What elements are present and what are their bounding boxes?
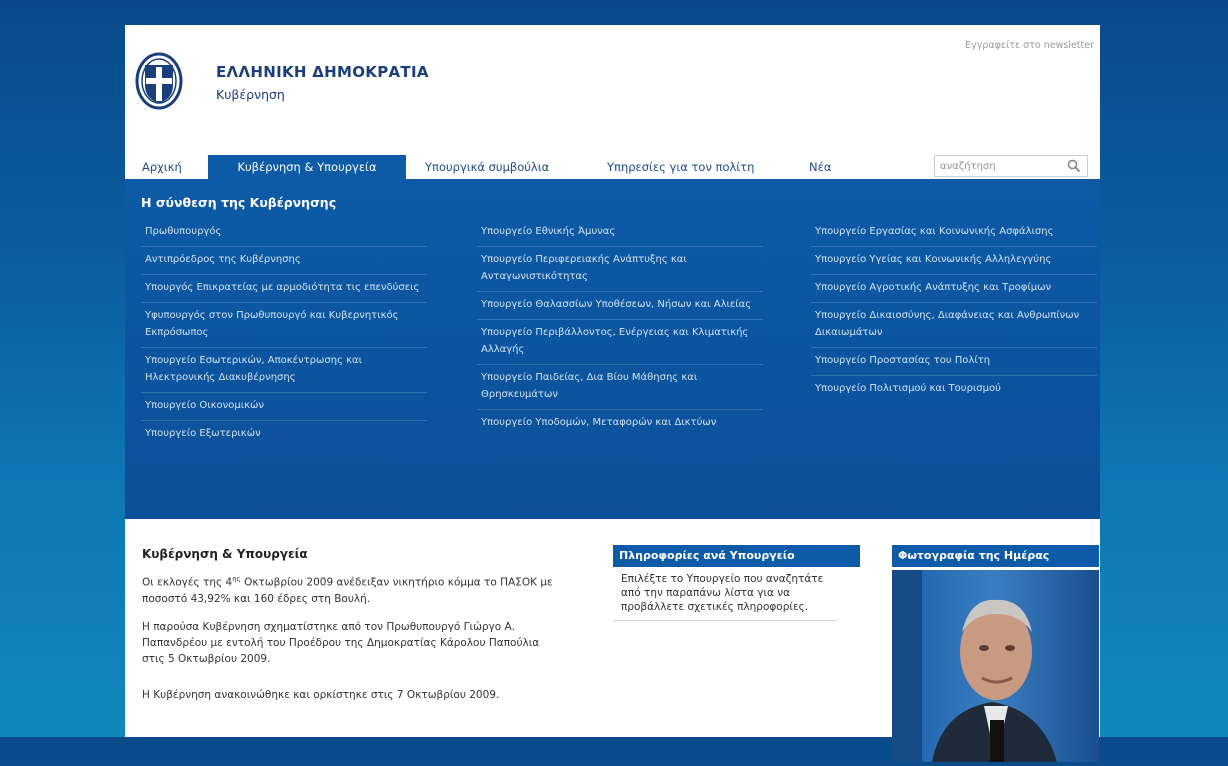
menu-link-agriculture[interactable]: Υπουργείο Αγροτικής Ανάπτυξης και Τροφίμ… bbox=[811, 274, 1097, 302]
menu-link-vice-president[interactable]: Αντιπρόεδρος της Κυβέρνησης bbox=[141, 246, 427, 274]
info-box-title: Πληροφορίες ανά Υπουργείο bbox=[613, 545, 860, 567]
page: ΕΛΛΗΝΙΚΗ ΔΗΜΟΚΡΑΤΙΑ Κυβέρνηση Εγγραφείτε… bbox=[125, 25, 1100, 762]
menu-column-1: Πρωθυπουργός Αντιπρόεδρος της Κυβέρνησης… bbox=[141, 219, 427, 448]
menu-link-finance[interactable]: Υπουργείο Οικονομικών bbox=[141, 392, 427, 420]
paragraph-swearing-in: Η Κυβέρνηση ανακοινώθηκε και ορκίστηκε σ… bbox=[142, 689, 500, 701]
menu-link-education[interactable]: Υπουργείο Παιδείας, Δια Βίου Μάθησης και… bbox=[477, 364, 763, 409]
search-box bbox=[934, 155, 1088, 177]
paragraph-elections: Οι εκλογές της 4ης Οκτωβρίου 2009 ανέδει… bbox=[142, 571, 562, 607]
paragraph-text: Οι εκλογές της 4 bbox=[142, 576, 233, 589]
menu-link-foreign-affairs[interactable]: Υπουργείο Εξωτερικών bbox=[141, 420, 427, 448]
main-nav: Αρχική Κυβέρνηση & Υπουργεία Υπουργικά σ… bbox=[125, 155, 1100, 179]
brand-subtitle: Κυβέρνηση bbox=[216, 87, 285, 102]
menu-link-culture-tourism[interactable]: Υπουργείο Πολιτισμού και Τουρισμού bbox=[811, 375, 1097, 403]
search-input[interactable] bbox=[940, 158, 1060, 174]
menu-link-health[interactable]: Υπουργείο Υγείας και Κοινωνικής Αλληλεγγ… bbox=[811, 246, 1097, 274]
menu-column-3: Υπουργείο Εργασίας και Κοινωνικής Ασφάλι… bbox=[811, 219, 1097, 403]
menu-link-environment[interactable]: Υπουργείο Περιβάλλοντος, Ενέργειας και Κ… bbox=[477, 319, 763, 364]
menu-title: Η σύνθεση της Κυβέρνησης bbox=[141, 195, 337, 210]
menu-link-deputy-minister-spokesman[interactable]: Υφυπουργός στον Πρωθυπουργό και Κυβερνητ… bbox=[141, 302, 427, 347]
menu-link-infrastructure[interactable]: Υπουργείο Υποδομών, Μεταφορών και Δικτύω… bbox=[477, 409, 763, 437]
nav-item-cabinet-meetings[interactable]: Υπουργικά συμβούλια bbox=[425, 155, 549, 179]
nav-item-news[interactable]: Νέα bbox=[809, 155, 831, 179]
nav-item-citizen-services[interactable]: Υπηρεσίες για τον πολίτη bbox=[607, 155, 754, 179]
menu-link-citizen-protection[interactable]: Υπουργείο Προστασίας του Πολίτη bbox=[811, 347, 1097, 375]
menu-link-justice[interactable]: Υπουργείο Δικαιοσύνης, Διαφάνειας και Αν… bbox=[811, 302, 1097, 347]
photo-of-the-day: Φωτογραφία της Ημέρας bbox=[892, 545, 1099, 766]
photo-box-title: Φωτογραφία της Ημέρας bbox=[892, 545, 1099, 567]
photo-of-the-day-image[interactable] bbox=[892, 570, 1099, 762]
nav-item-home[interactable]: Αρχική bbox=[142, 155, 182, 179]
ministries-menu: Η σύνθεση της Κυβέρνησης Πρωθυπουργός Αν… bbox=[125, 179, 1100, 519]
menu-link-prime-minister[interactable]: Πρωθυπουργός bbox=[141, 219, 427, 246]
menu-link-regional-development[interactable]: Υπουργείο Περιφερειακής Ανάπτυξης και Αν… bbox=[477, 246, 763, 291]
menu-link-maritime-affairs[interactable]: Υπουργείο Θαλασσίων Υποθέσεων, Νήσων και… bbox=[477, 291, 763, 319]
newsletter-link[interactable]: Εγγραφείτε στο newsletter bbox=[965, 40, 1094, 51]
menu-link-interior[interactable]: Υπουργείο Εσωτερικών, Αποκέντρωσης και Η… bbox=[141, 347, 427, 392]
menu-link-defence[interactable]: Υπουργείο Εθνικής Άμυνας bbox=[477, 219, 763, 246]
paragraph-formation: Η παρούσα Κυβέρνηση σχηματίστηκε από τον… bbox=[142, 621, 540, 665]
menu-link-minister-of-state-investments[interactable]: Υπουργός Επικρατείας με αρμοδιότητα τις … bbox=[141, 274, 427, 302]
main-content: Κυβέρνηση & Υπουργεία Οι εκλογές της 4ης… bbox=[125, 519, 1100, 762]
ordinal-superscript: ης bbox=[232, 575, 241, 583]
search-icon[interactable] bbox=[1067, 159, 1081, 173]
nav-item-government-ministries[interactable]: Κυβέρνηση & Υπουργεία bbox=[208, 155, 406, 179]
coat-of-arms-logo[interactable] bbox=[135, 51, 183, 111]
menu-column-2: Υπουργείο Εθνικής Άμυνας Υπουργείο Περιφ… bbox=[477, 219, 763, 437]
brand-title: ΕΛΛΗΝΙΚΗ ΔΗΜΟΚΡΑΤΙΑ bbox=[216, 63, 429, 81]
section-title: Κυβέρνηση & Υπουργεία bbox=[142, 547, 308, 561]
info-box-text: Επιλέξτε το Υπουργείο που αναζητάτε από … bbox=[613, 567, 837, 621]
menu-link-labour[interactable]: Υπουργείο Εργασίας και Κοινωνικής Ασφάλι… bbox=[811, 219, 1097, 246]
ministry-info-box: Πληροφορίες ανά Υπουργείο Επιλέξτε το Υπ… bbox=[613, 545, 860, 621]
